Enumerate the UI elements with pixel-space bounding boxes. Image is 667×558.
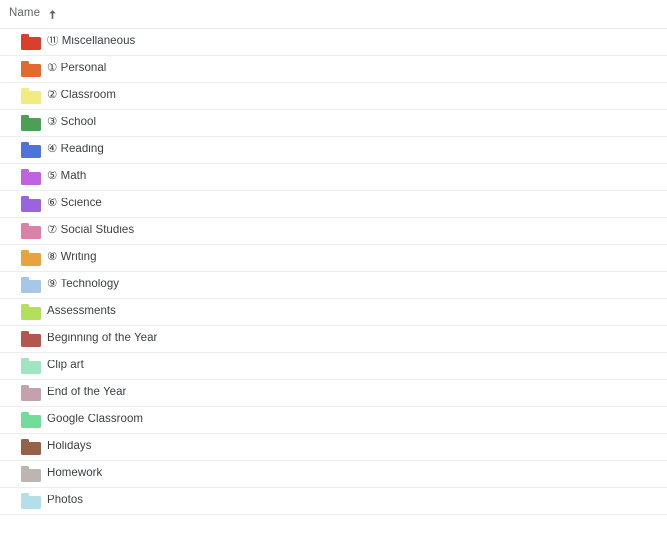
folder-row[interactable]: ⑤ Math (0, 164, 667, 191)
folder-name-label: ⑦ Social Studies (47, 225, 135, 237)
folder-name-label: ⑤ Math (47, 171, 87, 183)
folder-row[interactable]: Google Classroom (0, 407, 667, 434)
folder-name-label: Photos (47, 495, 84, 507)
folder-icon (21, 142, 41, 158)
folder-icon (21, 115, 41, 131)
folder-name-label: ⑪ Miscellaneous (47, 36, 136, 48)
folder-row[interactable]: Homework (0, 461, 667, 488)
folder-name-label: ⑥ Science (47, 198, 102, 210)
folder-name-label: ② Classroom (47, 90, 117, 102)
folder-name-label: Holidays (47, 441, 92, 453)
folder-name-label: ④ Reading (47, 144, 104, 156)
folder-icon (21, 385, 41, 401)
folder-name-label: Assessments (47, 306, 116, 318)
list-column-header: Name (0, 0, 667, 29)
folder-name-label: Beginning of the Year (47, 333, 158, 345)
folder-icon (21, 34, 41, 50)
folder-name-label: ① Personal (47, 63, 107, 75)
folder-icon (21, 493, 41, 509)
folder-row[interactable]: ② Classroom (0, 83, 667, 110)
folder-row[interactable]: ⑦ Social Studies (0, 218, 667, 245)
folder-icon (21, 196, 41, 212)
folder-row[interactable]: ⑥ Science (0, 191, 667, 218)
folder-icon (21, 223, 41, 239)
folder-name-label: ⑨ Technology (47, 279, 120, 291)
folder-icon (21, 412, 41, 428)
column-header-name-label: Name (9, 7, 41, 20)
folder-row[interactable]: Beginning of the Year (0, 326, 667, 353)
folder-row[interactable]: ⑨ Technology (0, 272, 667, 299)
folder-row[interactable]: Assessments (0, 299, 667, 326)
folder-icon (21, 304, 41, 320)
sort-by-name-button[interactable]: Name (5, 6, 63, 23)
folder-row[interactable]: End of the Year (0, 380, 667, 407)
folder-name-label: Homework (47, 468, 103, 480)
folder-icon (21, 331, 41, 347)
folder-name-label: End of the Year (47, 387, 127, 399)
folder-icon (21, 250, 41, 266)
folder-icon (21, 466, 41, 482)
folder-row[interactable]: Photos (0, 488, 667, 515)
folder-icon (21, 358, 41, 374)
folder-icon (21, 169, 41, 185)
folder-icon (21, 61, 41, 77)
folder-icon (21, 439, 41, 455)
folder-name-label: ⑧ Writing (47, 252, 97, 264)
folder-row[interactable]: ⑪ Miscellaneous (0, 29, 667, 56)
folder-row[interactable]: ⑧ Writing (0, 245, 667, 272)
folder-row[interactable]: Holidays (0, 434, 667, 461)
folder-row[interactable]: ④ Reading (0, 137, 667, 164)
file-browser: Name ⑪ Miscellaneous ① Personal ② Classroo… (0, 0, 667, 558)
folder-row[interactable]: Clip art (0, 353, 667, 380)
folder-row[interactable]: ③ School (0, 110, 667, 137)
folder-row[interactable]: ① Personal (0, 56, 667, 83)
folder-name-label: Clip art (47, 360, 84, 372)
folder-icon (21, 88, 41, 104)
folder-name-label: Google Classroom (47, 414, 144, 426)
folder-name-label: ③ School (47, 117, 97, 129)
folder-list: ⑪ Miscellaneous ① Personal ② Classroom ③ Sc… (0, 29, 667, 515)
arrow-up-icon (46, 8, 59, 21)
folder-icon (21, 277, 41, 293)
